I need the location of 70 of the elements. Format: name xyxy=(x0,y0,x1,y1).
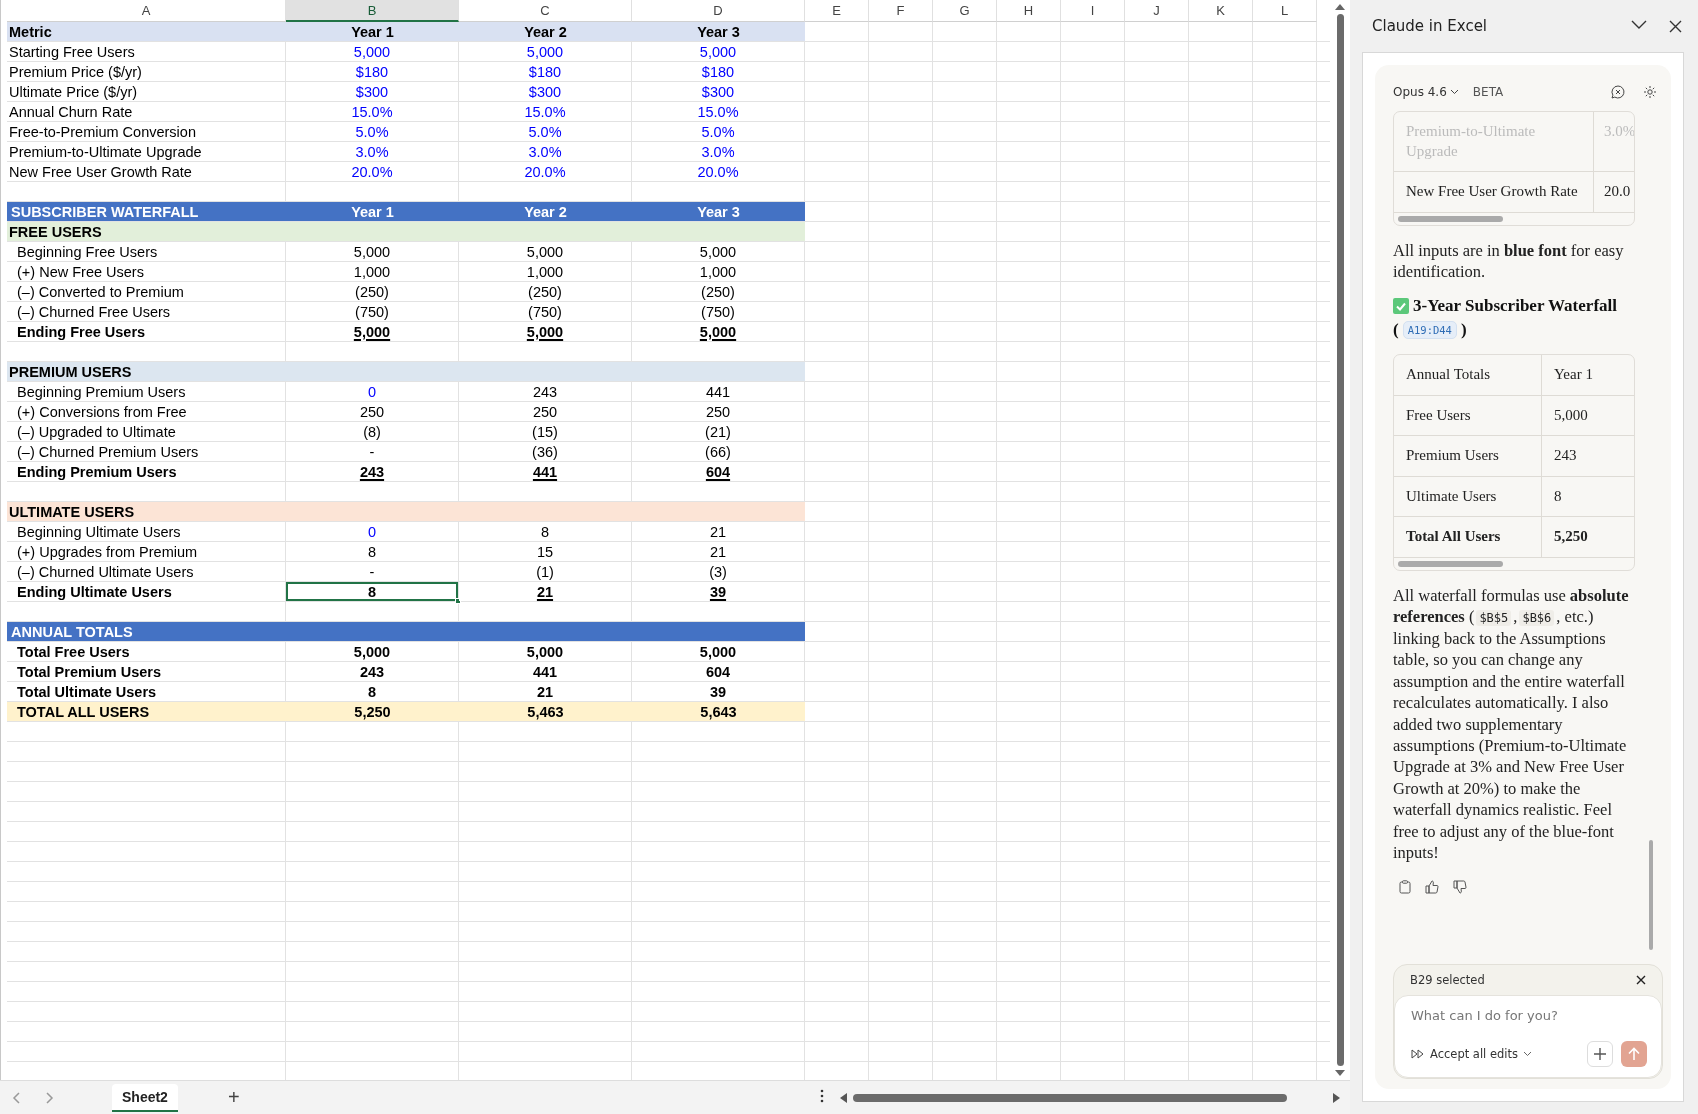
settings-icon[interactable] xyxy=(1641,83,1659,101)
close-icon[interactable] xyxy=(1634,973,1648,987)
column-header[interactable]: B xyxy=(286,0,459,22)
chat-icon[interactable] xyxy=(1609,83,1627,101)
sheet-tab[interactable]: Sheet2 xyxy=(112,1083,178,1112)
panel-title: Claude in Excel xyxy=(1371,17,1488,35)
column-header[interactable]: I xyxy=(1061,0,1125,22)
table-cell: Free Users xyxy=(1394,395,1542,436)
prompt-field[interactable]: What can I do for you? xyxy=(1411,1008,1647,1023)
thumbs-up-icon[interactable] xyxy=(1423,877,1441,896)
message-text: All inputs are in blue font for easy identification. xyxy=(1393,239,1625,283)
plus-icon xyxy=(1593,1047,1607,1061)
value-cell: Year 1 xyxy=(286,22,459,41)
thumbs-down-icon[interactable] xyxy=(1451,877,1469,896)
table-cell-text: 8 xyxy=(1553,486,1563,506)
column-header[interactable]: J xyxy=(1125,0,1189,22)
row-label: SUBSCRIBER WATERFALL xyxy=(7,202,286,221)
paren-text: ( xyxy=(1393,320,1399,341)
caret-icon xyxy=(1449,89,1459,95)
value-cell: 5,463 xyxy=(459,702,632,721)
column-header[interactable]: C xyxy=(459,0,632,22)
column-header[interactable]: H xyxy=(997,0,1061,22)
column-header[interactable]: D xyxy=(632,0,805,22)
table-cell-text: 3.0% xyxy=(1603,122,1634,141)
check-icon xyxy=(1393,298,1409,315)
table-cell-text: 5,000 xyxy=(1553,405,1589,425)
add-sheet-button[interactable]: + xyxy=(221,1086,246,1109)
row-label: Metric xyxy=(7,22,286,41)
column-header[interactable]: L xyxy=(1253,0,1317,22)
table-cell-text: 243 xyxy=(1553,446,1578,466)
table-cell: Total All Users xyxy=(1394,517,1542,557)
value-cell: Year 1 xyxy=(286,202,459,221)
copy-icon[interactable] xyxy=(1397,877,1413,896)
column-header[interactable]: E xyxy=(805,0,869,22)
arrow-up-icon xyxy=(1627,1047,1641,1061)
value-cell: Year 3 xyxy=(632,202,805,221)
caret-icon xyxy=(1523,1051,1532,1057)
table-cell: Premium Users xyxy=(1394,436,1542,476)
table-cell-text: 5,250 xyxy=(1553,527,1589,547)
add-button[interactable] xyxy=(1587,1041,1613,1067)
column-header[interactable]: F xyxy=(869,0,933,22)
value-cell: 5,643 xyxy=(632,702,805,721)
selection-context: B29 selected xyxy=(1410,973,1485,987)
section-band: PREMIUM USERS xyxy=(7,362,805,381)
section-heading: 3-Year Subscriber Waterfall xyxy=(1413,296,1617,317)
value-cell: Year 2 xyxy=(459,22,632,41)
section-band: ULTIMATE USERS xyxy=(7,502,805,521)
fast-forward-icon xyxy=(1411,1049,1425,1059)
section-band: FREE USERS xyxy=(7,222,805,241)
value-cell: 5,250 xyxy=(286,702,459,721)
table-cell: New Free User Growth Rate xyxy=(1394,172,1594,212)
beta-label: BETA xyxy=(1472,85,1504,99)
table-header: Year 1 xyxy=(1553,365,1594,385)
section-band: ANNUAL TOTALS xyxy=(7,622,805,641)
range-chip[interactable]: A19:D44 xyxy=(1402,321,1457,340)
table-header: Annual Totals xyxy=(1394,355,1542,395)
model-selector[interactable]: Opus 4.6 xyxy=(1393,85,1459,99)
value-cell: 8 xyxy=(286,582,458,601)
column-header[interactable]: K xyxy=(1189,0,1253,22)
accept-edits-button[interactable]: Accept all edits xyxy=(1411,1047,1532,1061)
table-cell: Premium-to-Ultimate Upgrade xyxy=(1394,112,1594,171)
paren-text: ) xyxy=(1460,320,1467,341)
column-header[interactable]: G xyxy=(933,0,997,22)
row-label: TOTAL ALL USERS xyxy=(7,702,286,721)
table-cell-text: 20.0 xyxy=(1603,182,1632,201)
column-header[interactable]: A xyxy=(7,0,286,22)
value-cell: Year 3 xyxy=(632,22,805,41)
message-text: All waterfall formulas use absolute references ( $B$5 , $B$6 , etc.) linking back to the Assumptions table, so you can change any assumption and the entire waterfall recalculates automatically. I also added two supplementary assumptions (Premium-to-Ultimate Upgrade at 3% and New Free User Growth at 20%) to make the waterfall dynamics realistic. Feel free to adjust any of the blue-font inputs! xyxy=(1393,584,1630,864)
value-cell: Year 2 xyxy=(459,202,632,221)
table-cell: Ultimate Users xyxy=(1394,476,1542,517)
